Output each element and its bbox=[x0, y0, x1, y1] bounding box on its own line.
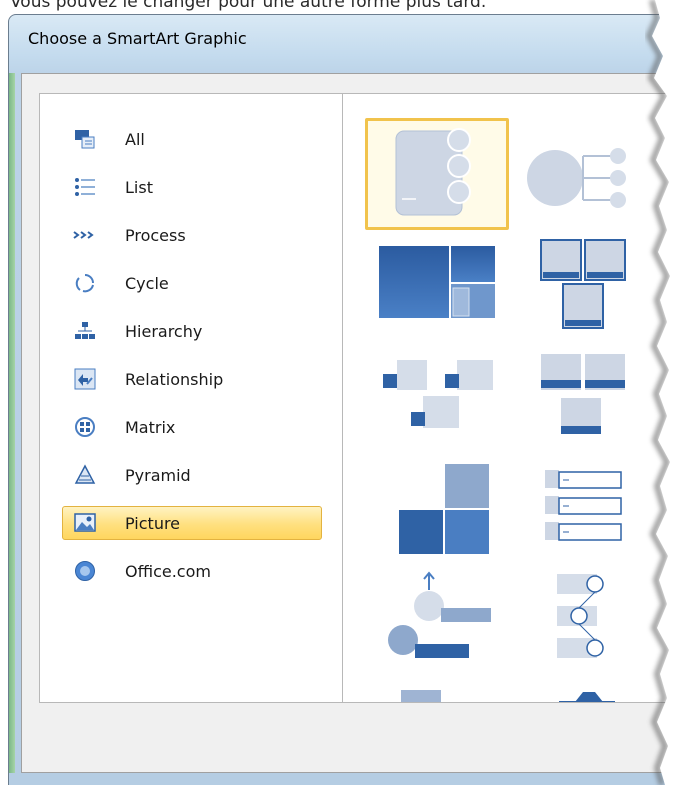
layout-thumbnail[interactable] bbox=[377, 244, 497, 324]
category-all[interactable]: All bbox=[62, 122, 322, 156]
layout-thumbnail[interactable] bbox=[557, 686, 617, 703]
smartart-dialog: Choose a SmartArt Graphic All List Proce… bbox=[8, 14, 681, 785]
category-label: Pyramid bbox=[125, 465, 191, 485]
layout-gallery bbox=[342, 93, 681, 704]
all-icon bbox=[73, 127, 97, 151]
category-label: Hierarchy bbox=[125, 321, 203, 341]
category-list-item[interactable]: List bbox=[62, 170, 322, 204]
window-edge-accent bbox=[9, 73, 15, 773]
layout-thumbnail[interactable] bbox=[525, 134, 635, 224]
layout-thumbnail[interactable] bbox=[377, 570, 497, 664]
hierarchy-icon bbox=[73, 319, 97, 343]
matrix-icon bbox=[73, 415, 97, 439]
layout-thumbnail[interactable] bbox=[539, 466, 631, 556]
category-cycle[interactable]: Cycle bbox=[62, 266, 322, 300]
category-label: Process bbox=[125, 225, 186, 245]
background-caption: Vous pouvez le changer pour une autre fo… bbox=[10, 0, 487, 12]
office-com-icon bbox=[73, 559, 97, 583]
category-relationship[interactable]: Relationship bbox=[62, 362, 322, 396]
process-icon bbox=[73, 223, 97, 247]
layout-thumbnail[interactable] bbox=[391, 684, 451, 704]
dialog-client-area: All List Process Cycle Hierarchy Relatio… bbox=[21, 73, 681, 773]
picture-icon bbox=[73, 511, 97, 535]
layout-thumbnail-selected[interactable] bbox=[365, 118, 509, 230]
dialog-title: Choose a SmartArt Graphic bbox=[28, 29, 247, 48]
category-picture[interactable]: Picture bbox=[62, 506, 322, 540]
category-process[interactable]: Process bbox=[62, 218, 322, 252]
category-label: Matrix bbox=[125, 417, 176, 437]
pyramid-icon bbox=[73, 463, 97, 487]
layout-thumbnail[interactable] bbox=[373, 350, 503, 436]
category-label: Cycle bbox=[125, 273, 169, 293]
relationship-icon bbox=[73, 367, 97, 391]
category-list: All List Process Cycle Hierarchy Relatio… bbox=[39, 93, 342, 703]
list-icon bbox=[73, 175, 97, 199]
cycle-icon bbox=[73, 271, 97, 295]
category-label: Relationship bbox=[125, 369, 224, 389]
category-label: Office.com bbox=[125, 561, 211, 581]
layout-thumbnail[interactable] bbox=[539, 350, 631, 446]
layout-thumbnail[interactable] bbox=[553, 570, 623, 666]
category-label: All bbox=[125, 129, 145, 149]
layout-thumbnail[interactable] bbox=[539, 238, 629, 334]
category-matrix[interactable]: Matrix bbox=[62, 410, 322, 444]
category-office-com[interactable]: Office.com bbox=[62, 554, 322, 588]
category-label: List bbox=[125, 177, 153, 197]
layout-thumbnail[interactable] bbox=[391, 462, 501, 558]
category-hierarchy[interactable]: Hierarchy bbox=[62, 314, 322, 348]
category-pyramid[interactable]: Pyramid bbox=[62, 458, 322, 492]
category-label: Picture bbox=[125, 513, 181, 533]
